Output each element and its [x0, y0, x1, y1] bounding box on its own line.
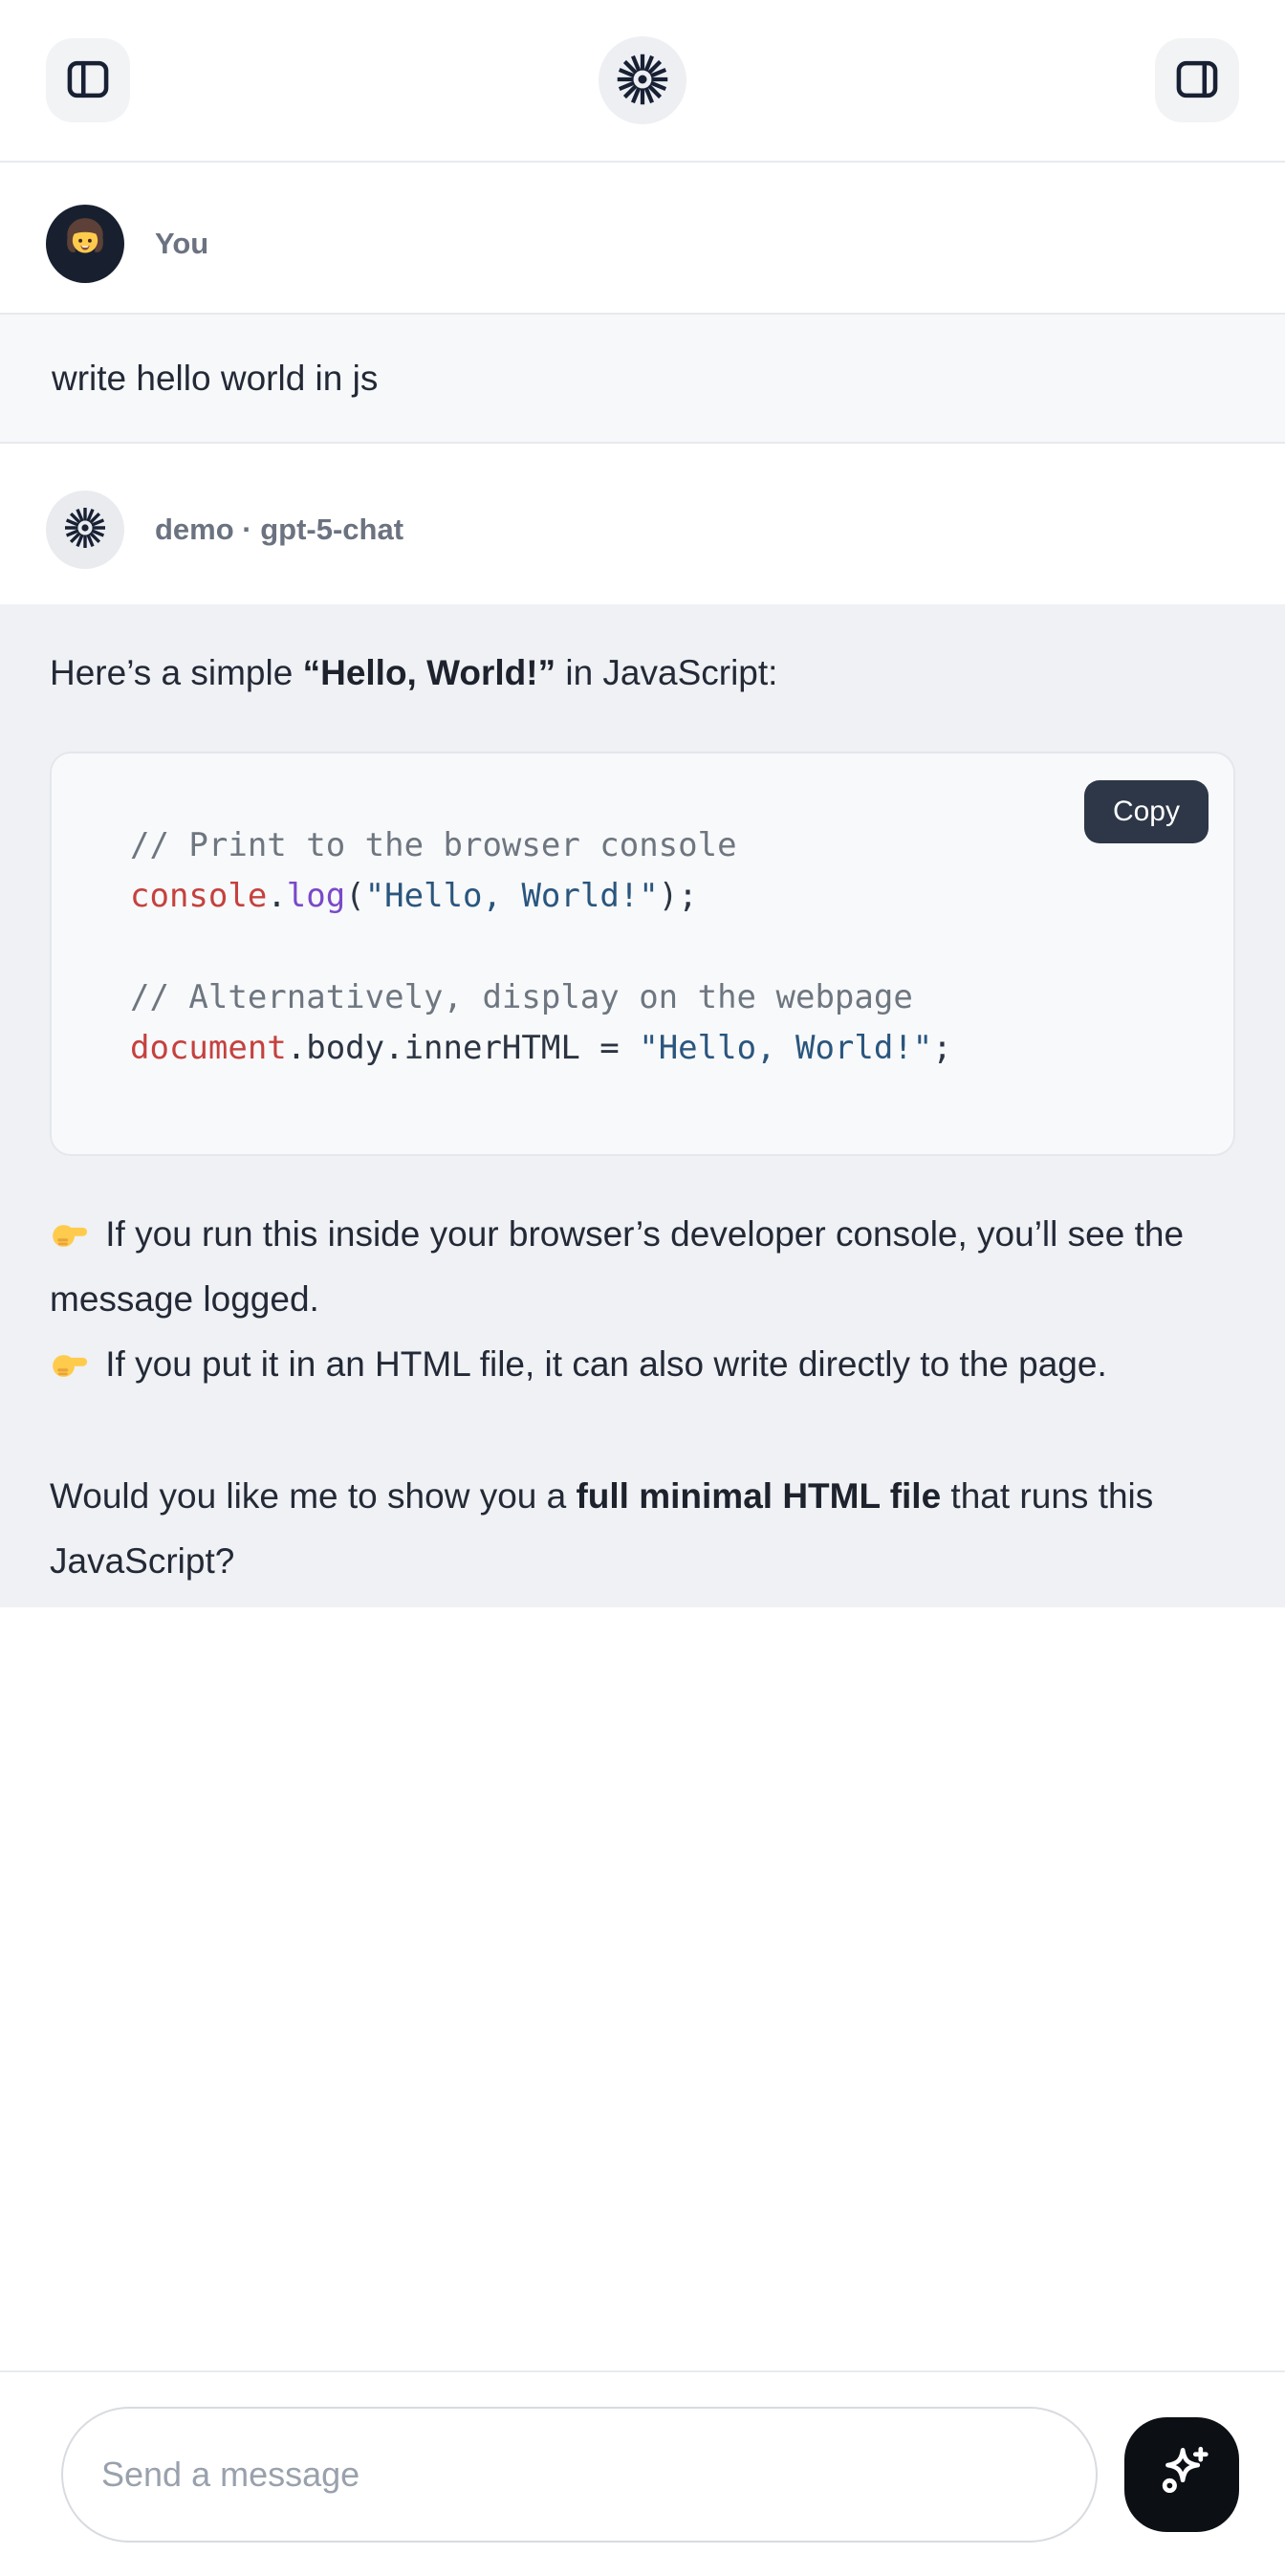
user-message-bubble: write hello world in js: [0, 313, 1285, 444]
user-author-label: You: [155, 227, 208, 261]
tip-line: If you put it in an HTML file, it can al…: [50, 1332, 1235, 1397]
assistant-message-header: demo · gpt-5-chat: [0, 444, 1285, 604]
right-panel-toggle-button[interactable]: [1155, 38, 1239, 122]
assistant-message-body: Here’s a simple “Hello, World!” in JavaS…: [0, 604, 1285, 1607]
user-message-header: You: [0, 163, 1285, 313]
tip-text: If you put it in an HTML file, it can al…: [96, 1344, 1107, 1384]
empty-scroll-area: [0, 1607, 1285, 2370]
sidebar-toggle-button[interactable]: [46, 38, 130, 122]
code-line: console.log("Hello, World!");: [130, 871, 1195, 922]
person-emoji-icon: [55, 211, 115, 275]
user-message-text: write hello world in js: [52, 359, 378, 399]
code-line: document.body.innerHTML = "Hello, World!…: [130, 1023, 1195, 1074]
question-bold: full minimal HTML file: [576, 1476, 941, 1516]
composer-bar: [0, 2370, 1285, 2576]
intro-bold: “Hello, World!”: [303, 653, 555, 692]
intro-prefix: Here’s a simple: [50, 653, 303, 692]
copy-code-button[interactable]: Copy: [1084, 780, 1209, 843]
point-right-emoji: [50, 1209, 90, 1249]
question-prefix: Would you like me to show you a: [50, 1476, 576, 1516]
code-block: Copy // Print to the browser consolecons…: [50, 752, 1235, 1156]
point-right-emoji: [50, 1339, 90, 1379]
assistant-tips-paragraph: If you run this inside your browser’s de…: [50, 1202, 1235, 1397]
top-bar: [0, 0, 1285, 163]
tip-text: If you run this inside your browser’s de…: [50, 1214, 1184, 1319]
rays: [614, 51, 671, 108]
assistant-author-label: demo · gpt-5-chat: [155, 513, 403, 547]
panel-left-icon: [63, 55, 113, 107]
send-button[interactable]: [1124, 2417, 1239, 2532]
tip-line: If you run this inside your browser’s de…: [50, 1202, 1235, 1332]
code-line: // Alternatively, display on the webpage: [130, 972, 1195, 1023]
sparkle-icon: [1150, 2441, 1213, 2507]
message-input[interactable]: [61, 2407, 1098, 2543]
intro-suffix: in JavaScript:: [555, 653, 777, 692]
panel-right-icon: [1172, 55, 1222, 107]
assistant-intro-paragraph: Here’s a simple “Hello, World!” in JavaS…: [50, 641, 1235, 706]
model-badge-button[interactable]: [599, 36, 686, 124]
user-avatar: [46, 205, 124, 283]
code-line: [130, 922, 1195, 972]
code-line: // Print to the browser console: [130, 820, 1195, 871]
starburst-icon: [62, 505, 108, 556]
assistant-question-paragraph: Would you like me to show you a full min…: [50, 1464, 1235, 1594]
starburst-icon: [614, 51, 671, 111]
code-content: // Print to the browser consoleconsole.l…: [130, 820, 1195, 1074]
assistant-avatar: [46, 491, 124, 569]
